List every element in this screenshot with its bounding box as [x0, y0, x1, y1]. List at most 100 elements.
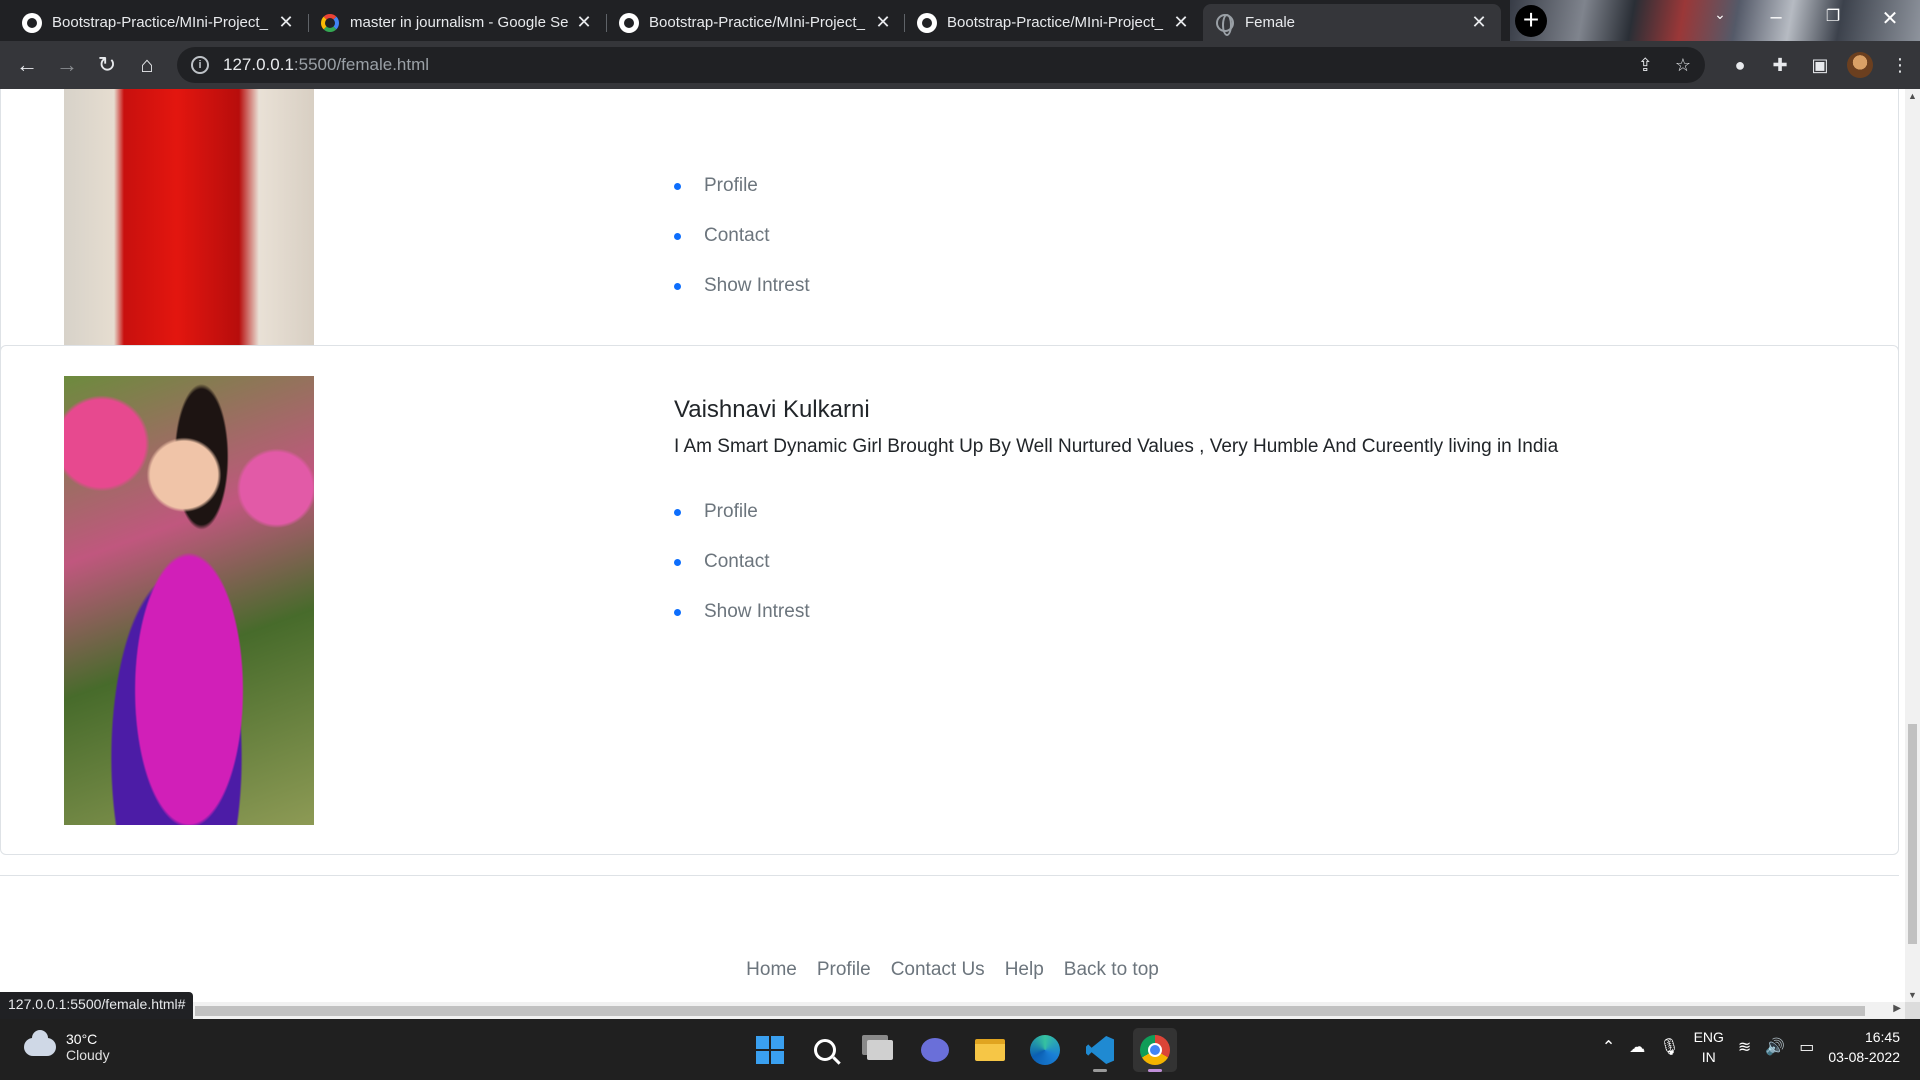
bookmark-star-icon[interactable]: ☆: [1675, 55, 1691, 76]
profile-avatar[interactable]: [1840, 45, 1880, 85]
tab-5-active[interactable]: Female ✕: [1203, 4, 1501, 41]
profile-link[interactable]: Profile: [674, 500, 1558, 550]
edge-button[interactable]: [1023, 1028, 1067, 1072]
wifi-icon[interactable]: ≋: [1738, 1037, 1751, 1057]
horizontal-scroll-thumb[interactable]: [195, 1006, 1865, 1016]
profile-description: I Am Smart Dynamic Girl Brought Up By We…: [674, 436, 1559, 457]
footer-nav: Home Profile Contact Us Help Back to top: [0, 959, 1905, 981]
task-view-button[interactable]: [858, 1028, 902, 1072]
search-button[interactable]: [803, 1028, 847, 1072]
home-icon[interactable]: ⌂: [127, 45, 167, 85]
back-icon[interactable]: ←: [7, 45, 47, 85]
puzzle-icon[interactable]: ✚: [1760, 45, 1800, 85]
folder-icon: [975, 1039, 1005, 1061]
running-indicator: [1093, 1069, 1107, 1072]
tab-3[interactable]: Bootstrap-Practice/MIni-Project_ ✕: [607, 4, 905, 41]
tab-strip: Bootstrap-Practice/MIni-Project_ ✕ maste…: [0, 0, 1920, 41]
search-icon: [814, 1039, 836, 1061]
tab-title: Bootstrap-Practice/MIni-Project_: [649, 14, 865, 31]
reload-icon[interactable]: ↻: [87, 45, 127, 85]
card-2-body: Vaishnavi Kulkarni I Am Smart Dynamic Gi…: [674, 396, 1558, 650]
site-info-icon[interactable]: i: [191, 56, 209, 74]
address-bar[interactable]: i 127.0.0.1:5500/female.html ⇪ ☆: [177, 47, 1705, 83]
browser-toolbar: ← → ↻ ⌂ i 127.0.0.1:5500/female.html ⇪ ☆…: [0, 41, 1920, 89]
microphone-icon[interactable]: 🎙: [1659, 1037, 1679, 1057]
scroll-right-arrow-icon[interactable]: ▶: [1893, 1003, 1901, 1014]
close-icon[interactable]: ✕: [1171, 12, 1191, 33]
onedrive-icon[interactable]: ☁: [1629, 1037, 1645, 1057]
close-icon[interactable]: ✕: [276, 12, 296, 33]
profile-card-2: Vaishnavi Kulkarni I Am Smart Dynamic Gi…: [0, 345, 1899, 855]
task-view-icon: [867, 1040, 893, 1060]
tab-1[interactable]: Bootstrap-Practice/MIni-Project_ ✕: [10, 4, 308, 41]
cloud-icon: [24, 1030, 56, 1056]
footer-profile-link[interactable]: Profile: [817, 959, 871, 981]
scroll-up-arrow-icon[interactable]: ▲: [1905, 91, 1920, 101]
restore-button[interactable]: ❐: [1813, 6, 1853, 26]
close-icon[interactable]: ✕: [1469, 12, 1489, 33]
show-interest-link[interactable]: Show Intrest: [674, 600, 1558, 650]
vscode-icon: [1086, 1036, 1114, 1064]
show-interest-link[interactable]: Show Intrest: [674, 274, 810, 324]
contact-link[interactable]: Contact: [674, 550, 1558, 600]
side-panel-icon[interactable]: ▣: [1800, 45, 1840, 85]
windows-icon: [756, 1036, 784, 1064]
vscode-button[interactable]: [1078, 1028, 1122, 1072]
time: 16:45: [1864, 1029, 1900, 1045]
tab-search-icon[interactable]: ⌄: [1700, 6, 1740, 23]
profile-photo-red-saree: [64, 89, 314, 383]
status-bar-url: 127.0.0.1:5500/female.html#: [0, 992, 194, 1019]
tab-title: Female: [1245, 14, 1296, 31]
forward-icon[interactable]: →: [47, 45, 87, 85]
chrome-button[interactable]: [1133, 1028, 1177, 1072]
chat-icon: [921, 1038, 949, 1062]
tab-2[interactable]: master in journalism - Google Se ✕: [308, 4, 606, 41]
active-indicator: [1148, 1069, 1162, 1072]
language-indicator[interactable]: ENG IN: [1694, 1027, 1724, 1067]
chevron-up-icon[interactable]: ⌃: [1602, 1037, 1615, 1057]
language-code: ENG: [1693, 1029, 1724, 1045]
close-window-button[interactable]: ✕: [1870, 6, 1910, 31]
vertical-scrollbar[interactable]: ▲ ▼: [1905, 89, 1920, 1002]
profile-photo-pink-saree: [64, 376, 314, 825]
battery-icon[interactable]: ▭: [1799, 1037, 1814, 1057]
globe-icon: [1215, 13, 1235, 36]
scrollbar-corner: [1905, 1002, 1920, 1019]
close-icon[interactable]: ✕: [574, 12, 594, 33]
tab-title: master in journalism - Google Se: [350, 14, 569, 31]
scroll-down-arrow-icon[interactable]: ▼: [1905, 990, 1920, 1000]
tab-4[interactable]: Bootstrap-Practice/MIni-Project_ ✕: [905, 4, 1203, 41]
card-2-links: Profile Contact Show Intrest: [674, 500, 1558, 650]
footer-contact-link[interactable]: Contact Us: [891, 959, 985, 981]
taskbar-apps: [748, 1028, 1177, 1072]
close-icon[interactable]: ✕: [873, 12, 893, 33]
tab-title: Bootstrap-Practice/MIni-Project_: [947, 14, 1163, 31]
region-code: IN: [1701, 1049, 1716, 1065]
github-icon: [22, 12, 42, 33]
google-icon: [320, 13, 340, 33]
teams-chat-button[interactable]: [913, 1028, 957, 1072]
footer-back-to-top-link[interactable]: Back to top: [1064, 959, 1159, 981]
menu-kebab-icon[interactable]: ⋮: [1880, 45, 1920, 85]
speaker-icon[interactable]: 🔊: [1765, 1037, 1785, 1057]
profile-link[interactable]: Profile: [674, 174, 810, 224]
minimize-button[interactable]: –: [1756, 6, 1796, 29]
edge-icon: [1030, 1035, 1060, 1065]
horizontal-scrollbar[interactable]: ▶: [0, 1002, 1905, 1019]
clock[interactable]: 16:45 03-08-2022: [1828, 1027, 1900, 1067]
vertical-scroll-thumb[interactable]: [1908, 724, 1917, 944]
file-explorer-button[interactable]: [968, 1028, 1012, 1072]
tab-title: Bootstrap-Practice/MIni-Project_: [52, 14, 268, 31]
profile-name: Vaishnavi Kulkarni: [674, 396, 870, 423]
new-tab-button[interactable]: +: [1515, 5, 1547, 37]
github-icon: [619, 12, 639, 33]
footer-help-link[interactable]: Help: [1005, 959, 1044, 981]
system-tray: ⌃ ☁ 🎙 ENG IN ≋ 🔊 ▭ 16:45 03-08-2022: [1602, 1027, 1900, 1067]
start-button[interactable]: [748, 1028, 792, 1072]
footer-home-link[interactable]: Home: [746, 959, 797, 981]
extension-icon[interactable]: ●: [1720, 45, 1760, 85]
weather-widget[interactable]: 30°C Cloudy: [24, 1030, 110, 1063]
chrome-icon: [1140, 1035, 1170, 1065]
contact-link[interactable]: Contact: [674, 224, 810, 274]
share-icon[interactable]: ⇪: [1638, 55, 1653, 76]
